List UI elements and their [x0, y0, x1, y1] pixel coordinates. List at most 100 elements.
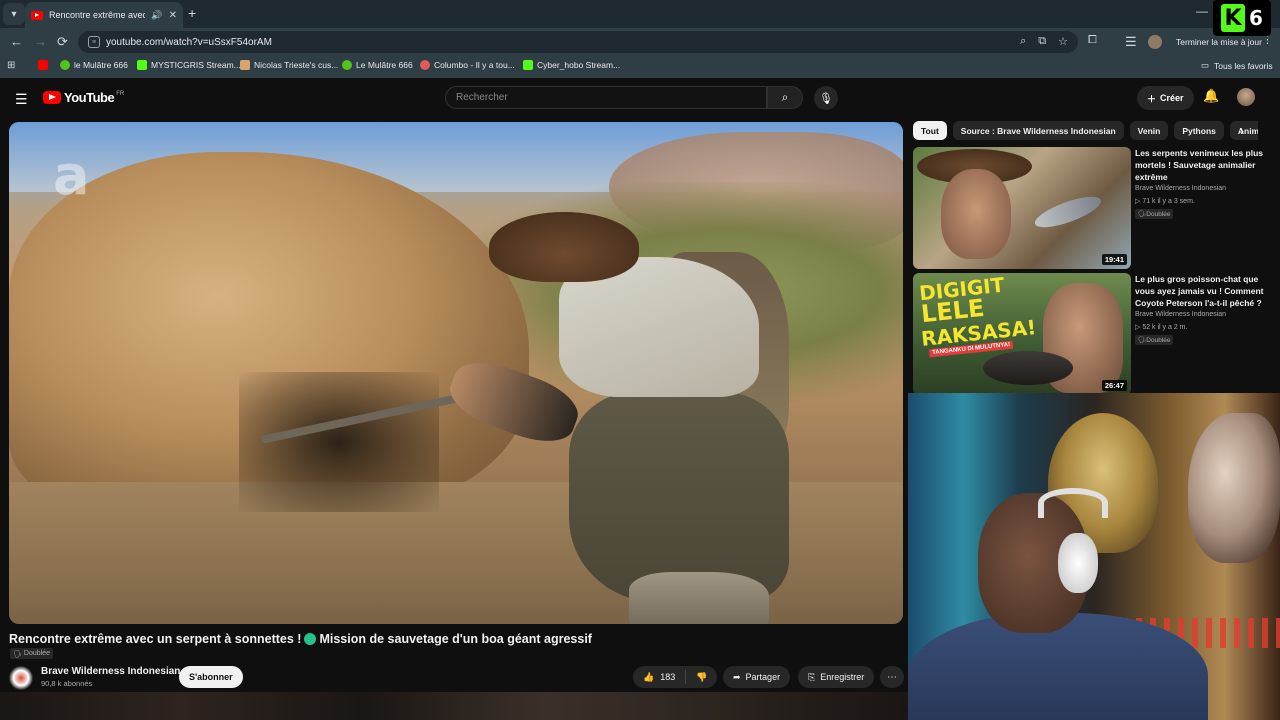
speaker-icon[interactable]: 🔊	[151, 10, 162, 21]
kick-bookmark-icon	[137, 60, 147, 70]
dubbed-badge: 🗣 Doublée	[1135, 209, 1174, 219]
duration-badge: 19:41	[1101, 254, 1127, 265]
notifications-bell-icon[interactable]: 🔔	[1203, 88, 1219, 104]
thumbs-up-icon: 👍	[643, 671, 655, 682]
forward-arrow-icon[interactable]: →	[34, 34, 47, 49]
bookmark-item[interactable]: MYSTICGRIS Stream...	[137, 60, 241, 70]
chip-source[interactable]: Source : Brave Wilderness Indonesian	[952, 121, 1124, 140]
columbo-bookmark-icon	[420, 60, 430, 70]
recommendation-channel[interactable]: Brave Wilderness Indonesian	[1135, 311, 1226, 318]
browser-tab-active[interactable]: Rencontre extrême avec un serpent à sonn…	[25, 2, 183, 28]
more-dots-icon: ⋯	[887, 671, 897, 683]
bookmark-item[interactable]: Columbo - Il y a tou...	[420, 60, 515, 70]
recommendation-meta: ▷ 52 k il y a 2 m.	[1135, 324, 1188, 331]
account-avatar[interactable]	[1237, 88, 1255, 106]
chip-venom[interactable]: Venin	[1129, 121, 1169, 140]
youtube-header: ☰ YouTube FR Rechercher ⌕ 🎙 ＋ Créer 🔔	[0, 78, 1280, 118]
youtube-logo[interactable]: YouTube FR	[43, 90, 124, 105]
thumb-catfish	[983, 351, 1073, 385]
thumb-snake	[1031, 190, 1105, 234]
address-bar[interactable]: ≡ youtube.com/watch?v=uSsxF54orAM ⌕ ⧉ ☆	[78, 31, 1078, 53]
apps-grid-icon[interactable]: ⊞	[7, 60, 15, 71]
reload-icon[interactable]: ⟳	[57, 34, 68, 50]
video-thumbnail[interactable]: DIGIGIT LELE RAKSASA! TANGANKU DI MULUTN…	[913, 273, 1131, 395]
browser-tab-strip: ▾ Rencontre extrême avec un serpent à so…	[0, 0, 1280, 28]
create-button[interactable]: ＋ Créer	[1137, 86, 1194, 110]
recommendation-title[interactable]: Les serpents venimeux les plus mortels !…	[1135, 147, 1265, 183]
back-arrow-icon[interactable]: ←	[10, 34, 23, 49]
voice-search-button[interactable]: 🎙	[814, 86, 838, 110]
folder-icon: ▭	[1201, 60, 1210, 70]
webcam-skull-painting	[1188, 413, 1280, 563]
channel-watermark: a	[53, 144, 90, 207]
video-frame-pants	[569, 392, 789, 602]
share-arrow-icon: ➦	[733, 671, 741, 682]
youtube-bookmark-icon	[38, 60, 48, 70]
save-playlist-icon: ⎘	[808, 671, 816, 682]
k6-overlay-logo: K 6	[1213, 0, 1271, 36]
video-thumbnail[interactable]: 19:41	[913, 147, 1131, 269]
bookmarks-bar: ⊞ le Mulâtre 666 MYSTICGRIS Stream... Ni…	[0, 56, 1280, 78]
play-bookmark-icon	[60, 60, 70, 70]
browser-toolbar: ← → ⟳ ≡ youtube.com/watch?v=uSsxF54orAM …	[0, 28, 1280, 56]
kick-logo-icon: K	[1221, 4, 1246, 32]
cast-icon[interactable]: ⧉	[1038, 35, 1046, 48]
like-button[interactable]: 👍 183	[633, 670, 687, 684]
tab-search-button[interactable]: ▾	[3, 3, 25, 25]
more-actions-button[interactable]: ⋯	[880, 666, 904, 688]
video-frame-boot	[629, 572, 769, 624]
bookmark-item[interactable]: Nicolas Trieste's cus...	[240, 60, 338, 70]
bookmark-star-icon[interactable]: ☆	[1058, 35, 1068, 48]
youtube-favicon-icon	[31, 10, 43, 20]
bookmark-item[interactable]: Le Mulâtre 666	[342, 60, 413, 70]
share-button[interactable]: ➦ Partager	[723, 666, 791, 688]
duration-badge: 26:47	[1101, 380, 1127, 391]
video-title: Rencontre extrême avec un serpent à sonn…	[9, 632, 592, 646]
chevron-right-icon[interactable]: ›	[1240, 124, 1244, 138]
recommendation-title[interactable]: Le plus gros poisson-chat que vous ayez …	[1135, 273, 1265, 309]
channel-name[interactable]: Brave Wilderness Indonesian	[41, 666, 180, 677]
save-button[interactable]: ⎘ Enregistrer	[798, 666, 875, 688]
close-tab-icon[interactable]: ✕	[169, 10, 177, 21]
headset-band	[1038, 488, 1108, 518]
dislike-button[interactable]: 👎	[686, 672, 717, 683]
subscribe-button[interactable]: S'abonner	[179, 666, 243, 688]
channel-avatar[interactable]	[9, 666, 33, 690]
hamburger-menu-icon[interactable]: ☰	[15, 91, 28, 108]
reading-list-icon[interactable]: ☰	[1125, 34, 1137, 50]
all-favorites[interactable]: ▭ Tous les favoris	[1201, 60, 1273, 71]
recommendation-item[interactable]: 19:41 Les serpents venimeux les plus mor…	[913, 147, 1273, 269]
chip-pythons[interactable]: Pythons	[1174, 121, 1224, 140]
recommendation-item[interactable]: DIGIGIT LELE RAKSASA! TANGANKU DI MULUTN…	[913, 273, 1273, 395]
video-player[interactable]: a	[9, 122, 903, 624]
minimize-icon[interactable]: —	[1196, 4, 1208, 18]
search-input[interactable]: Rechercher	[445, 86, 767, 109]
site-info-icon[interactable]: ≡	[88, 36, 100, 48]
bookmark-youtube[interactable]	[38, 60, 52, 70]
recommendation-channel[interactable]: Brave Wilderness Indonesian	[1135, 185, 1226, 192]
kick-bookmark-icon	[523, 60, 533, 70]
chip-all[interactable]: Tout	[913, 121, 947, 140]
profile-avatar[interactable]	[1148, 35, 1162, 49]
zoom-icon[interactable]: ⌕	[1020, 35, 1026, 48]
microphone-icon: 🎙	[819, 92, 833, 105]
search-button[interactable]: ⌕	[767, 86, 803, 109]
youtube-play-icon	[43, 91, 61, 104]
deer-bookmark-icon	[240, 60, 250, 70]
subscriber-count: 90,8 k abonnés	[41, 679, 93, 688]
below-fold-content	[0, 692, 908, 720]
bookmark-item[interactable]: le Mulâtre 666	[60, 60, 128, 70]
rescue-emoji-icon	[304, 633, 317, 645]
new-tab-button[interactable]: +	[188, 5, 196, 21]
webcam-streamer	[908, 488, 1208, 720]
like-dislike-group: 👍 183 👎	[633, 666, 718, 688]
tab-title: Rencontre extrême avec un serpent à sonn…	[49, 10, 146, 20]
bookmark-item[interactable]: Cyber_hobo Stream...	[523, 60, 620, 70]
thumbs-down-icon: 👎	[696, 671, 708, 682]
extensions-icon[interactable]: ⧠	[1088, 34, 1097, 47]
search-icon: ⌕	[781, 90, 789, 104]
headset-earcup	[1058, 533, 1098, 593]
thumb-face	[941, 169, 1011, 259]
dubbed-badge: 🗣 Doublée	[1135, 335, 1174, 345]
recommendation-chips: Tout Source : Brave Wilderness Indonesia…	[913, 121, 1258, 141]
